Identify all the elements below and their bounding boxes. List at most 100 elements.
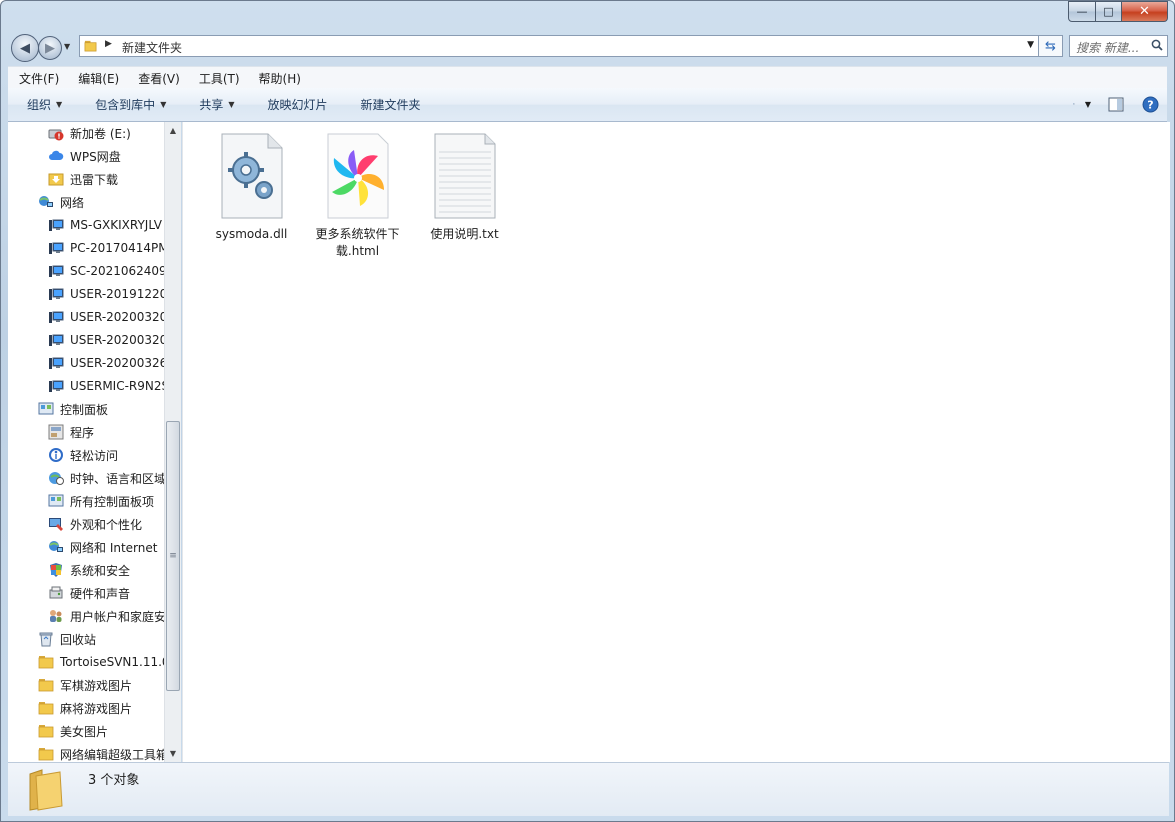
users-icon	[48, 608, 64, 624]
file-name-line1: 更多系统软件下	[315, 227, 400, 241]
file-name-line2: 载.html	[335, 244, 380, 258]
nav-item[interactable]: 用户帐户和家庭安	[48, 605, 164, 627]
include-in-library-button[interactable]: 包含到库中 ▼	[76, 96, 180, 113]
nav-item[interactable]: 程序	[48, 421, 94, 443]
nav-item[interactable]: 硬件和声音	[48, 582, 130, 604]
nav-item[interactable]: 时钟、语言和区域	[48, 467, 164, 489]
file-item[interactable]: 更多系统软件下 载.html	[310, 130, 405, 260]
nav-item[interactable]: 外观和个性化	[48, 513, 142, 535]
scroll-up-icon[interactable]: ▲	[165, 122, 181, 139]
control-panel-icon	[48, 493, 64, 509]
nav-scrollbar[interactable]: ▲ ≡ ▼	[164, 122, 181, 762]
dropdown-arrow-icon: ▼	[228, 100, 235, 109]
nav-item[interactable]: 系统和安全	[48, 559, 130, 581]
new-folder-button[interactable]: 新建文件夹	[342, 96, 435, 113]
menu-tools[interactable]: 工具(T)	[188, 70, 248, 87]
arrow-left-icon: ◀	[20, 40, 30, 56]
menu-file[interactable]: 文件(F)	[8, 70, 67, 87]
scroll-thumb[interactable]: ≡	[166, 421, 180, 691]
slideshow-label: 放映幻灯片	[267, 98, 328, 112]
chevron-down-icon[interactable]: ▼	[1027, 40, 1034, 50]
file-name: 更多系统软件下 载.html	[310, 226, 405, 260]
include-in-library-label: 包含到库中	[95, 98, 156, 112]
nav-item[interactable]: PC-20170414PM	[48, 237, 164, 259]
nav-item-label: USERMIC-R9N2S	[70, 379, 164, 393]
nav-item[interactable]: 麻将游戏图片	[38, 697, 132, 719]
preview-pane-button[interactable]	[1107, 95, 1125, 113]
change-view-button[interactable]: ▼	[1073, 95, 1091, 113]
menu-view[interactable]: 查看(V)	[127, 70, 188, 87]
nav-item[interactable]: 控制面板	[38, 398, 108, 420]
ease-of-access-icon	[48, 447, 64, 463]
folder-icon	[38, 700, 54, 716]
nav-item-label: 用户帐户和家庭安	[70, 609, 164, 624]
nav-item[interactable]: MS-GXKIXRYJLV	[48, 214, 162, 236]
nav-item[interactable]: WPS网盘	[48, 145, 121, 167]
nav-item[interactable]: 所有控制面板项	[48, 490, 154, 512]
recycle-bin-icon	[38, 631, 54, 647]
control-panel-icon	[38, 401, 54, 417]
appearance-icon	[48, 516, 64, 532]
nav-item-label: 轻松访问	[70, 448, 119, 463]
nav-item[interactable]: 轻松访问	[48, 444, 118, 466]
nav-item-label: SC-20210624091	[70, 264, 164, 278]
folder-icon	[38, 746, 54, 762]
organize-label: 组织	[27, 98, 52, 112]
nav-item-label: WPS网盘	[70, 149, 121, 164]
nav-item[interactable]: SC-20210624091	[48, 260, 164, 282]
nav-item-label: 控制面板	[60, 402, 109, 417]
refresh-button[interactable]: ⇆	[1039, 35, 1063, 57]
system-security-icon	[48, 562, 64, 578]
nav-item[interactable]: 军棋游戏图片	[38, 674, 132, 696]
address-bar[interactable]: ▶ 新建文件夹 ▼	[79, 35, 1039, 57]
nav-item-label: 系统和安全	[70, 563, 131, 578]
minimize-button[interactable]: —	[1068, 1, 1096, 22]
cloud-icon	[48, 148, 64, 164]
close-button[interactable]: ✕	[1122, 1, 1168, 22]
nav-item[interactable]: 回收站	[38, 628, 96, 650]
organize-button[interactable]: 组织 ▼	[8, 96, 76, 113]
maximize-button[interactable]: □	[1096, 1, 1122, 22]
preview-pane-icon	[1108, 97, 1124, 111]
view-dropdown-icon[interactable]: ▼	[1085, 100, 1091, 109]
nav-item[interactable]: USER-20200320.	[48, 306, 164, 328]
html-pinwheel-file-icon	[327, 133, 388, 219]
nav-item[interactable]: USER-20200326V	[48, 352, 164, 374]
arrow-right-icon: ▶	[45, 40, 55, 56]
share-button[interactable]: 共享 ▼	[180, 96, 248, 113]
nav-item[interactable]: 新加卷 (E:)	[48, 122, 131, 144]
nav-item[interactable]: 网络	[38, 191, 84, 213]
breadcrumb-path[interactable]: 新建文件夹	[122, 39, 182, 56]
new-folder-label: 新建文件夹	[360, 98, 421, 112]
scroll-down-icon[interactable]: ▼	[165, 745, 181, 762]
nav-item-label: PC-20170414PM	[70, 241, 164, 255]
computer-icon	[48, 355, 64, 371]
help-button[interactable]: ?	[1141, 95, 1159, 113]
slideshow-button[interactable]: 放映幻灯片	[249, 96, 342, 113]
back-button[interactable]: ◀	[11, 34, 39, 62]
forward-button[interactable]: ▶	[38, 36, 62, 60]
file-item[interactable]: 使用说明.txt	[417, 130, 512, 243]
hardware-icon	[48, 585, 64, 601]
chevron-right-icon[interactable]: ▶	[105, 39, 112, 49]
menu-edit[interactable]: 编辑(E)	[67, 70, 127, 87]
nav-item-label: USER-20200326V	[70, 356, 164, 370]
nav-item-label: 网络	[60, 195, 85, 210]
menu-help[interactable]: 帮助(H)	[248, 70, 309, 87]
recent-pages-dropdown[interactable]: ▼	[64, 42, 70, 51]
search-placeholder: 搜索 新建...	[1076, 41, 1140, 55]
nav-item[interactable]: 网络编辑超级工具箱	[38, 743, 164, 762]
nav-item[interactable]: TortoiseSVN1.11.0	[38, 651, 164, 673]
nav-item[interactable]: USER-20191220I	[48, 283, 164, 305]
file-item[interactable]: sysmoda.dll	[204, 130, 299, 243]
nav-item[interactable]: 网络和 Internet	[48, 536, 157, 558]
dropdown-arrow-icon: ▼	[160, 100, 167, 109]
nav-item[interactable]: USER-20200320I	[48, 329, 164, 351]
nav-item[interactable]: 迅雷下载	[48, 168, 118, 190]
file-name: sysmoda.dll	[215, 227, 288, 241]
nav-item[interactable]: 美女图片	[38, 720, 108, 742]
computer-icon	[48, 240, 64, 256]
search-input[interactable]: 搜索 新建...	[1069, 35, 1168, 57]
nav-item[interactable]: USERMIC-R9N2S	[48, 375, 164, 397]
nav-item-label: USER-20200320.	[70, 310, 164, 324]
